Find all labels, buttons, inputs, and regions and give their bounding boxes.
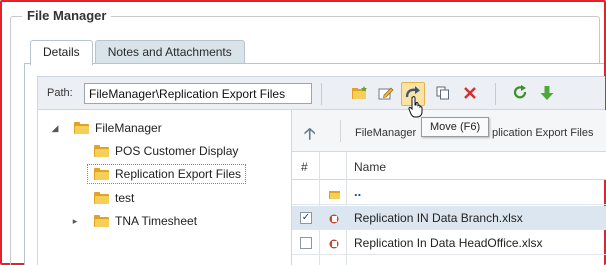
table-row[interactable]: Replication In Data HeadOffice.xlsx — [292, 231, 606, 255]
row-checkbox[interactable]: ✓ — [300, 212, 312, 224]
breadcrumb-item-current[interactable]: plication Export Files — [492, 127, 594, 139]
tree-item-test[interactable]: test — [94, 188, 134, 208]
refresh-button[interactable] — [508, 82, 532, 106]
folder-icon — [329, 188, 340, 199]
refresh-icon — [512, 84, 528, 104]
copy-icon — [436, 86, 450, 103]
breadcrumb-item-root[interactable]: FileManager — [355, 127, 416, 139]
breadcrumb-separator — [340, 120, 341, 142]
new-folder-button[interactable] — [348, 82, 372, 106]
collapse-arrow-icon[interactable]: ◢ — [50, 123, 60, 134]
tree-item-label: FileManager — [95, 121, 162, 135]
row-checkbox[interactable] — [300, 237, 312, 249]
path-label: Path: — [47, 87, 73, 99]
tree-item-label: test — [115, 191, 135, 205]
panel-title: File Manager — [22, 8, 112, 23]
folder-icon — [74, 121, 89, 134]
new-folder-icon — [352, 85, 368, 103]
tree-item-label: POS Customer Display — [115, 144, 239, 158]
tab-bar: Details Notes and Attachments — [30, 40, 247, 65]
folder-icon — [94, 144, 109, 157]
path-input[interactable] — [84, 83, 312, 104]
toolbar-separator — [321, 83, 322, 105]
folder-icon — [94, 167, 109, 180]
copy-button[interactable] — [431, 82, 455, 106]
move-tooltip: Move (F6) — [421, 117, 490, 137]
expand-arrow-icon[interactable]: ▸ — [70, 216, 80, 227]
folder-tree: ◢ FileManager POS Customer Display Repli… — [37, 110, 291, 265]
tree-item-tna-timesheet[interactable]: ▸ TNA Timesheet — [70, 211, 197, 231]
column-header-name[interactable]: Name — [354, 160, 386, 174]
parent-directory-link[interactable]: .. — [354, 184, 361, 199]
delete-button[interactable] — [458, 82, 482, 106]
file-name[interactable]: Replication In Data HeadOffice.xlsx — [354, 236, 543, 250]
hand-cursor-icon — [408, 96, 424, 121]
tab-notes-and-attachments[interactable]: Notes and Attachments — [94, 40, 245, 64]
column-header-index: # — [301, 160, 308, 174]
delete-icon — [463, 86, 477, 103]
folder-icon — [94, 214, 109, 227]
tree-item-filemanager[interactable]: ◢ FileManager — [50, 118, 162, 138]
file-name[interactable]: Replication IN Data Branch.xlsx — [354, 211, 523, 225]
tree-item-replication-export-files[interactable]: Replication Export Files — [87, 164, 247, 184]
tree-item-label: Replication Export Files — [115, 167, 242, 181]
download-icon — [540, 85, 554, 104]
folder-icon — [94, 191, 109, 204]
toolbar: Path: — [37, 76, 605, 110]
tree-item-pos-customer-display[interactable]: POS Customer Display — [94, 141, 238, 161]
excel-file-icon — [329, 238, 339, 249]
table-row-parent[interactable]: .. — [292, 181, 606, 205]
download-button[interactable] — [535, 82, 559, 106]
tab-details[interactable]: Details — [30, 40, 93, 65]
toolbar-separator — [495, 83, 496, 105]
rename-icon — [378, 85, 394, 104]
rename-button[interactable] — [374, 82, 398, 106]
table-row[interactable]: ✓ Replication IN Data Branch.xlsx — [292, 206, 606, 230]
tree-item-label: TNA Timesheet — [115, 214, 198, 228]
excel-file-icon — [329, 213, 339, 224]
file-grid-header: # Name — [292, 152, 606, 180]
up-arrow-icon[interactable]: 🡡 — [304, 123, 316, 150]
